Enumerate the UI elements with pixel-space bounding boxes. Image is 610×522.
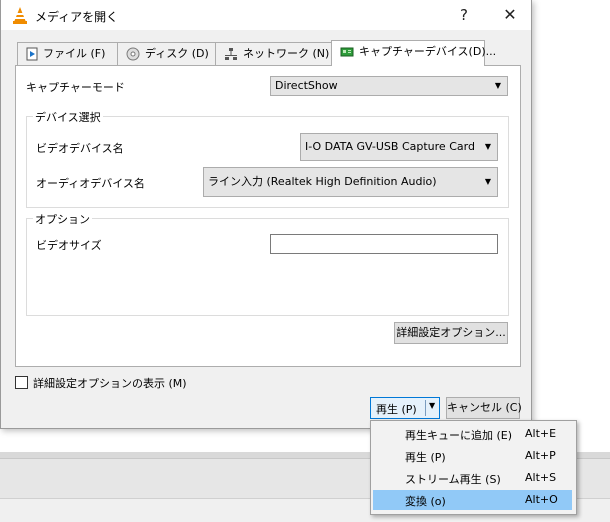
tab-disc[interactable]: ディスク (D) — [117, 42, 227, 65]
menu-item-stream[interactable]: ストリーム再生 (S) Alt+S — [373, 468, 572, 488]
menu-item-play[interactable]: 再生 (P) Alt+P — [373, 446, 572, 466]
chevron-down-icon: ▼ — [494, 81, 501, 90]
show-advanced-checkbox[interactable] — [15, 376, 28, 389]
split-divider — [425, 400, 426, 416]
menu-item-convert[interactable]: 変換 (o) Alt+O — [373, 490, 572, 510]
close-button[interactable]: ✕ — [497, 4, 523, 26]
video-device-select[interactable]: I-O DATA GV-USB Capture Card ▼ — [300, 133, 498, 161]
chevron-down-icon: ▼ — [484, 142, 491, 151]
show-advanced-label: 詳細設定オプションの表示 (M) — [33, 377, 187, 390]
vlc-cone-icon — [13, 7, 27, 24]
audio-device-select[interactable]: ライン入力 (Realtek High Definition Audio) ▼ — [203, 167, 498, 197]
capture-mode-label: キャプチャーモード — [26, 81, 125, 94]
options-group-title: オプション — [33, 211, 92, 227]
title-bar: メディアを開く ? ✕ — [1, 0, 531, 30]
dialog-title: メディアを開く — [35, 10, 119, 24]
capture-card-icon — [340, 47, 354, 57]
play-button-label[interactable]: 再生 (P) — [376, 401, 417, 417]
tab-file[interactable]: ファイル (F) — [17, 42, 127, 65]
capture-mode-select[interactable]: DirectShow ▼ — [270, 76, 508, 96]
video-size-input[interactable] — [270, 234, 498, 254]
audio-device-label: オーディオデバイス名 — [36, 177, 145, 190]
advanced-options-button[interactable]: 詳細設定オプション... — [394, 322, 508, 344]
chevron-down-icon: ▼ — [484, 177, 491, 186]
file-icon — [26, 47, 38, 61]
video-device-label: ビデオデバイス名 — [36, 142, 124, 155]
help-button[interactable]: ? — [451, 4, 477, 26]
play-options-menu: 再生キューに追加 (E) Alt+E 再生 (P) Alt+P ストリーム再生 … — [370, 420, 577, 515]
tab-capture-device[interactable]: キャプチャーデバイス(D)... — [331, 40, 496, 66]
tab-network[interactable]: ネットワーク (N) — [215, 42, 343, 65]
play-split-button[interactable]: 再生 (P) ▼ — [370, 397, 440, 419]
chevron-down-icon[interactable]: ▼ — [429, 401, 435, 410]
cancel-button[interactable]: キャンセル (C) — [446, 397, 522, 419]
options-groupbox — [26, 218, 509, 316]
menu-item-enqueue[interactable]: 再生キューに追加 (E) Alt+E — [373, 424, 572, 444]
video-size-label: ビデオサイズ — [36, 239, 102, 252]
open-media-dialog: メディアを開く ? ✕ ファイル (F) ディスク (D) ネットワーク (N) — [0, 0, 532, 429]
capture-tab-panel: キャプチャーモード DirectShow ▼ デバイス選択 ビデオデバイス名 I… — [15, 65, 521, 367]
device-group-title: デバイス選択 — [33, 109, 103, 125]
network-icon — [225, 48, 237, 60]
disc-icon — [126, 47, 140, 61]
